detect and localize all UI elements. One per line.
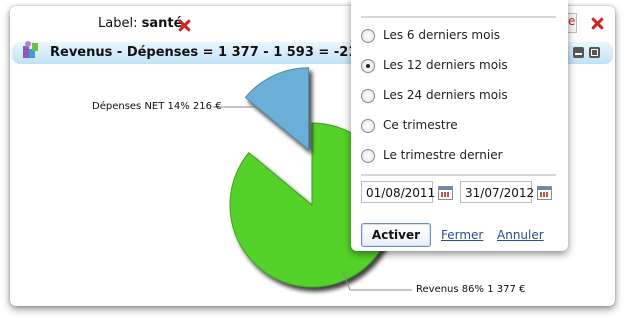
- activate-button[interactable]: Activer: [361, 223, 431, 247]
- background-button-fragment: e: [568, 13, 577, 33]
- pie-slice-depenses: [244, 67, 310, 151]
- menu-divider-top: [361, 16, 556, 18]
- close-link[interactable]: Fermer: [441, 228, 483, 242]
- period-menu: Les 6 derniers mois Les 12 derniers mois…: [351, 0, 568, 251]
- close-widget-icon[interactable]: [591, 17, 604, 30]
- radio-24-months[interactable]: [361, 89, 375, 103]
- date-from-input[interactable]: 01/08/2011: [361, 181, 435, 203]
- radio-this-quarter[interactable]: [361, 119, 375, 133]
- calendar-to-icon[interactable]: [537, 186, 552, 200]
- radio-12-months[interactable]: [361, 59, 375, 73]
- menu-divider-bottom: [361, 174, 556, 176]
- date-to-input[interactable]: 31/07/2012: [460, 181, 534, 203]
- cancel-link[interactable]: Annuler: [497, 228, 544, 242]
- revenue-slice-label: Revenus 86% 1 377 €: [416, 284, 526, 295]
- calendar-from-icon[interactable]: [438, 186, 453, 200]
- radio-last-quarter[interactable]: [361, 149, 375, 163]
- radio-6-months[interactable]: [361, 29, 375, 43]
- expense-slice-label: Dépenses NET 14% 216 €: [92, 101, 222, 112]
